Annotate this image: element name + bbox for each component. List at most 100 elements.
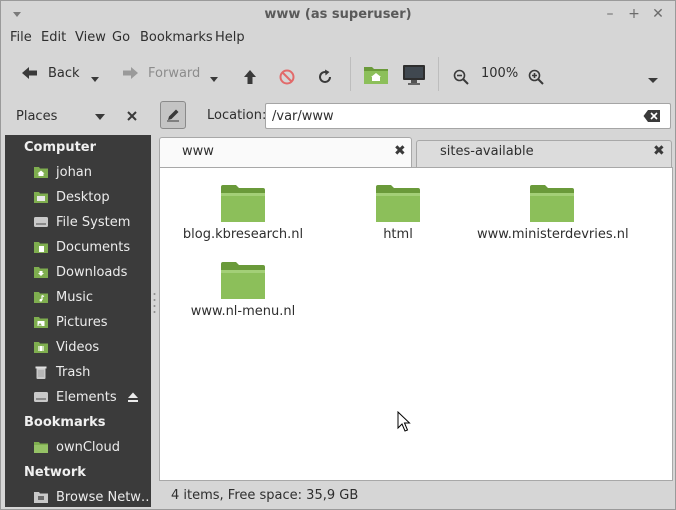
toolbar: Back Forward 100% [1,49,675,97]
pencil-icon [167,109,179,122]
forward-label: Forward [148,65,201,81]
location-input[interactable] [265,103,671,129]
desktop-icon [34,192,48,203]
title-bar: www (as superuser) – + ✕ [1,1,675,27]
file-view[interactable]: blog.kbresearch.nl html www.ministerdevr… [159,167,673,481]
pictures-folder-icon [34,317,48,328]
menu-help[interactable]: Help [215,30,245,45]
forward-button[interactable]: Forward [121,61,200,85]
back-button[interactable]: Back [21,61,80,85]
minimize-icon[interactable]: – [601,5,619,23]
up-arrow-icon[interactable] [243,65,257,89]
menu-bookmarks[interactable]: Bookmarks [140,30,213,45]
sidebar-item-label: Music [56,289,93,305]
sidebar-item-label: Downloads [56,264,128,280]
menu-go[interactable]: Go [112,30,130,45]
sidebar-item-label: Videos [56,339,100,355]
menu-edit[interactable]: Edit [41,30,66,45]
sidebar-item-documents[interactable]: Documents [33,236,149,258]
back-arrow-icon [22,67,37,79]
toolbar-overflow-chevron-icon[interactable] [647,69,659,93]
downloads-folder-icon [34,267,48,278]
close-sidebar-icon[interactable] [127,111,137,121]
toolbar-separator [438,57,439,91]
sidebar-resize-handle[interactable] [153,291,156,317]
folder-item[interactable]: www.nl-menu.nl [168,261,318,331]
close-icon[interactable]: ✕ [649,5,667,23]
folder-icon [530,185,574,222]
sidebar-item-label: Pictures [56,314,108,330]
toolbar-separator [350,57,351,91]
sidebar-item-label: Desktop [56,189,110,205]
folder-icon [221,262,265,299]
tab-label: sites-available [440,144,534,159]
eject-icon[interactable] [127,391,139,403]
back-label: Back [48,65,80,81]
toggle-location-entry-button[interactable] [160,101,186,129]
sidebar-item-file-system[interactable]: File System [33,211,149,233]
back-history-chevron-icon[interactable] [90,68,100,92]
home-folder-icon[interactable] [363,62,389,86]
music-folder-icon [34,292,48,303]
sidebar-item-videos[interactable]: Videos [33,336,149,358]
videos-folder-icon [34,342,48,353]
forward-arrow-icon [123,67,138,79]
drive-icon [34,392,48,402]
clear-text-icon[interactable] [643,109,661,123]
zoom-in-icon[interactable] [528,65,544,89]
sidebar-item-label: Documents [56,239,131,255]
folder-item[interactable]: blog.kbresearch.nl [168,184,318,254]
folder-icon [376,185,420,222]
reload-icon[interactable] [317,65,333,89]
sidebar-item-label: Browse Netw… [56,489,151,505]
menu-bar: File Edit View Go Bookmarks Help [1,27,675,49]
sidebar-item-elements[interactable]: Elements [33,386,149,408]
computer-icon[interactable] [402,63,426,87]
sidebar-item-label: Elements [56,389,117,405]
zoom-out-icon[interactable] [453,65,469,89]
tab-www[interactable]: www ✖ [159,137,412,167]
mouse-cursor-icon [397,411,411,432]
menu-view[interactable]: View [75,30,106,45]
sidebar-item-trash[interactable]: Trash [33,361,149,383]
sidebar-heading-bookmarks: Bookmarks [24,415,106,430]
sidebar-item-desktop[interactable]: Desktop [33,186,149,208]
sidebar-item-label: johan [56,164,93,180]
folder-name: www.nl-menu.nl [190,304,296,319]
close-tab-icon[interactable]: ✖ [394,143,406,159]
sidebar-heading-network: Network [24,465,86,480]
forward-history-chevron-icon[interactable] [209,68,219,92]
file-manager-window: www (as superuser) – + ✕ File Edit View … [0,0,676,510]
documents-folder-icon [34,242,48,253]
folder-icon [34,442,48,453]
zoom-level[interactable]: 100% [481,61,518,85]
folder-name: www.ministerdevries.nl [477,227,629,242]
places-sidebar: Computer johan Desktop File System Docum… [5,135,151,507]
sidebar-item-music[interactable]: Music [33,286,149,308]
location-bar: Places Location: [1,99,675,133]
tab-label: www [182,144,214,159]
home-folder-icon [34,167,48,178]
sidebar-mode-selector[interactable]: Places [7,103,143,129]
chevron-down-icon [95,114,105,120]
stop-icon[interactable] [279,65,295,89]
sidebar-item-owncloud[interactable]: ownCloud [33,436,149,458]
sidebar-heading-computer: Computer [24,140,97,155]
location-label: Location: [207,108,267,123]
folder-item[interactable]: html [323,184,473,254]
sidebar-item-browse-network[interactable]: Browse Netw… [33,486,151,507]
window-title: www (as superuser) [264,7,412,22]
sidebar-item-label: File System [56,214,131,230]
tab-sites-available[interactable]: sites-available ✖ [416,140,672,167]
sidebar-item-downloads[interactable]: Downloads [33,261,149,283]
sidebar-item-johan[interactable]: johan [33,161,149,183]
network-icon [34,492,48,503]
close-tab-icon[interactable]: ✖ [653,143,665,159]
menu-file[interactable]: File [10,30,32,45]
maximize-icon[interactable]: + [625,5,643,23]
sidebar-mode-label: Places [16,109,58,124]
trash-icon [35,366,47,379]
sidebar-item-pictures[interactable]: Pictures [33,311,149,333]
folder-item[interactable]: www.ministerdevries.nl [477,184,629,254]
sidebar-item-label: Trash [56,364,91,380]
